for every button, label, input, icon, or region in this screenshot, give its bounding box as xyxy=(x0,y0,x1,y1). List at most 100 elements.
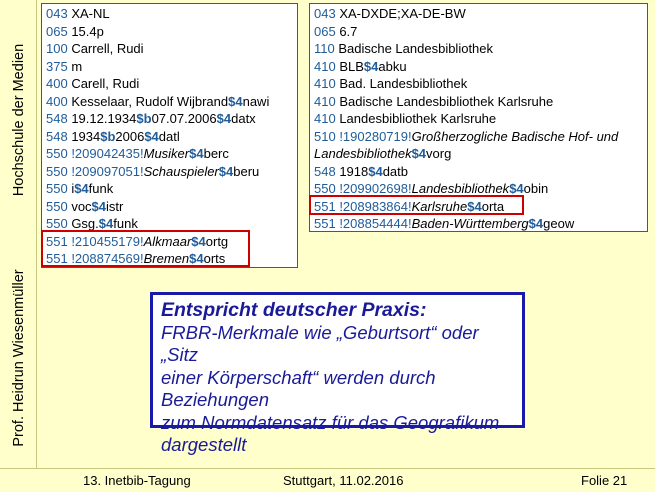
field-tag: 375 xyxy=(46,58,72,74)
field-value: vorg xyxy=(426,146,452,161)
subfield-code: $4 xyxy=(74,181,89,196)
subfield-code: $4 xyxy=(91,198,107,214)
linked-heading: Landesbibliothek xyxy=(314,146,412,161)
field-value: Carrell, Rudi xyxy=(71,41,144,56)
field-value: 1934 xyxy=(71,128,101,144)
callout-line: einer Körperschaft“ werden durch Beziehu… xyxy=(161,366,436,411)
field-value: funk xyxy=(88,181,114,196)
record-field-line: 551 !208983864!Karlsruhe$4orta xyxy=(314,198,643,216)
field-value: Landesbibliothek Karlsruhe xyxy=(339,111,497,126)
record-field-line: 551 !208874569!Bremen$4orts xyxy=(46,250,293,268)
subfield-code: $4 xyxy=(411,146,427,161)
record-field-line: 550 voc$4istr xyxy=(46,198,293,216)
field-tag: 043 xyxy=(314,6,340,21)
authority-link-id: !210455179! xyxy=(71,233,144,249)
field-tag: 550 xyxy=(46,216,72,231)
field-tag: 410 xyxy=(314,76,340,91)
footer-place-date: Stuttgart, 11.02.2016 xyxy=(283,473,404,488)
slide-footer: 13. Inetbib-Tagung Stuttgart, 11.02.2016… xyxy=(0,468,655,492)
record-field-line: 065 15.4p xyxy=(46,23,293,41)
record-field-line: 400 Kesselaar, Rudolf Wijbrand$4nawi xyxy=(46,93,293,111)
linked-heading: Großherzogliche Badische Hof- und xyxy=(411,128,619,144)
field-tag: 110 xyxy=(314,41,339,56)
subfield-code: $4 xyxy=(368,163,383,179)
field-tag: 510 xyxy=(314,128,340,144)
record-field-line: 410 Landesbibliothek Karlsruhe xyxy=(314,110,643,128)
field-value: orts xyxy=(203,251,226,266)
callout-line: FRBR-Merkmale wie „Geburtsort“ oder „Sit… xyxy=(161,321,479,366)
sidebar: Hochschule der Medien Prof. Heidrun Wies… xyxy=(0,0,37,468)
authority-link-id: !208983864! xyxy=(339,198,412,214)
subfield-code: $4 xyxy=(363,58,379,74)
field-value: 2006 xyxy=(115,128,145,144)
record-field-line: 410 Badische Landesbibliothek Karlsruhe xyxy=(314,93,643,111)
authority-link-id: !208854444! xyxy=(339,216,412,231)
field-value: 19.12.1934 xyxy=(71,111,137,126)
field-tag: 548 xyxy=(46,128,72,144)
record-field-line: 550 !209042435!Musiker$4berc xyxy=(46,145,293,163)
field-value: m xyxy=(71,58,83,74)
field-value: Carell, Rudi xyxy=(71,76,140,91)
subfield-code: $4 xyxy=(467,198,482,214)
field-value: nawi xyxy=(242,93,270,109)
field-tag: 550 xyxy=(46,146,72,161)
field-value: Gsg. xyxy=(71,216,99,231)
authority-link-id: !209902698! xyxy=(339,181,412,196)
field-value: orta xyxy=(481,198,505,214)
field-tag: 551 xyxy=(314,198,340,214)
linked-heading: Baden-Württemberg xyxy=(411,216,529,231)
linked-heading: Landesbibliothek xyxy=(411,181,510,196)
record-field-line: 551 !210455179!Alkmaar$4ortg xyxy=(46,233,293,251)
authority-link-id: !208874569! xyxy=(71,251,144,266)
field-tag: 065 xyxy=(314,23,340,39)
field-value: 6.7 xyxy=(339,23,358,39)
subfield-code: $4 xyxy=(228,93,243,109)
record-field-line: 110 Badische Landesbibliothek xyxy=(314,40,643,58)
field-tag: 550 xyxy=(314,181,340,196)
field-value: ortg xyxy=(205,233,229,249)
authority-link-id: !209042435! xyxy=(71,146,144,161)
field-value: XA-NL xyxy=(71,6,110,21)
field-value: datx xyxy=(231,111,256,126)
record-field-line: 400 Carell, Rudi xyxy=(46,75,293,93)
field-tag: 065 xyxy=(46,23,72,39)
record-field-line: 550 Gsg.$4funk xyxy=(46,215,293,233)
field-tag: 550 xyxy=(46,181,72,196)
record-field-line: 100 Carrell, Rudi xyxy=(46,40,293,58)
field-tag: 410 xyxy=(314,58,340,74)
field-tag: 551 xyxy=(314,216,340,231)
record-field-line: 548 19.12.1934$b07.07.2006$4datx xyxy=(46,110,293,128)
field-value: BLB xyxy=(339,58,364,74)
subfield-code: $4 xyxy=(189,251,204,266)
field-tag: 410 xyxy=(314,111,340,126)
field-value: funk xyxy=(113,216,138,231)
callout-line: zum Normdatensatz für das Geografikum xyxy=(161,411,500,433)
field-value: obin xyxy=(523,181,549,196)
field-tag: 551 xyxy=(46,251,72,266)
field-value: Kesselaar, Rudolf Wijbrand xyxy=(71,93,229,109)
field-value: 15.4p xyxy=(71,23,104,39)
field-value: voc xyxy=(71,198,92,214)
field-tag: 550 xyxy=(46,198,72,214)
record-field-line: 548 1934$b2006$4datl xyxy=(46,128,293,146)
field-tag: 550 xyxy=(46,163,72,179)
field-tag: 400 xyxy=(46,93,72,109)
summary-callout: Entspricht deutscher Praxis: FRBR-Merkma… xyxy=(150,292,525,455)
institution-label: Hochschule der Medien xyxy=(11,43,27,197)
subfield-code: $b xyxy=(100,128,116,144)
record-field-line: 043 XA-NL xyxy=(46,5,293,23)
record-field-line: Landesbibliothek$4vorg xyxy=(314,145,643,163)
callout-line: dargestellt xyxy=(161,434,247,455)
field-tag: 548 xyxy=(314,163,340,179)
linked-heading: Musiker xyxy=(143,146,190,161)
subfield-code: $4 xyxy=(189,146,204,161)
linked-heading: Bremen xyxy=(143,251,190,266)
record-field-line: 510 !190280719!Großherzogliche Badische … xyxy=(314,128,643,146)
corporate-authority-record: 043 XA-DXDE;XA-DE-BW 065 6.7 110 Badische … xyxy=(309,3,648,232)
authority-link-id: !209097051! xyxy=(71,163,144,179)
field-tag: 043 xyxy=(46,6,72,21)
footer-event: 13. Inetbib-Tagung xyxy=(83,473,191,488)
record-field-line: 551 !208854444!Baden-Württemberg$4geow xyxy=(314,215,643,233)
subfield-code: $4 xyxy=(509,181,524,196)
authority-link-id: !190280719! xyxy=(339,128,412,144)
